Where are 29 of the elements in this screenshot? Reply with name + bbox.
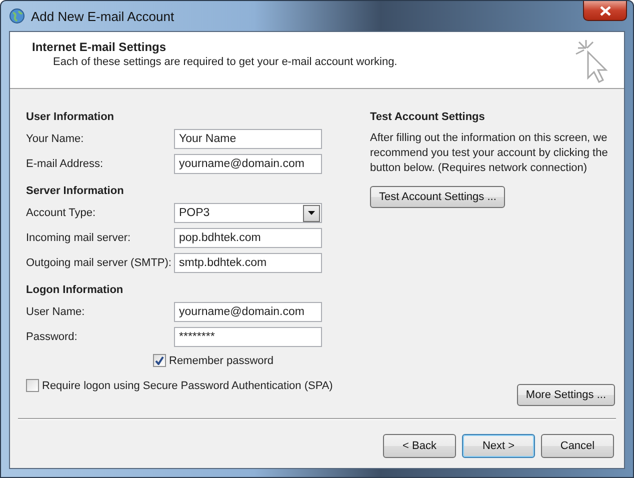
text-field[interactable]: pop.bdhtek.com bbox=[174, 228, 322, 248]
field-label: Account Type: bbox=[26, 207, 97, 219]
header-subtitle: Each of these settings are required to get your e-mail account working. bbox=[53, 56, 398, 68]
password-field[interactable]: ******** bbox=[174, 327, 322, 347]
header-title: Internet E-mail Settings bbox=[32, 40, 168, 54]
description-text: After filling out the information on this screen, we recommend you test your account by clicking the button below. (Requires network connection) bbox=[370, 131, 609, 176]
field-label: E-mail Address: bbox=[26, 158, 104, 170]
window-title: Add New E-mail Account bbox=[31, 8, 174, 24]
section-heading: Test Account Settings bbox=[370, 111, 486, 123]
section-heading: Server Information bbox=[26, 185, 125, 197]
text-field[interactable]: yourname@domain.com bbox=[174, 154, 322, 174]
field-label: Incoming mail server: bbox=[26, 232, 132, 244]
field-label: Your Name: bbox=[26, 133, 85, 145]
dialog-button[interactable]: Cancel bbox=[541, 434, 614, 458]
text-field[interactable]: yourname@domain.com bbox=[174, 302, 322, 322]
text-field[interactable]: smtp.bdhtek.com bbox=[174, 253, 322, 273]
dropdown[interactable]: POP3 bbox=[174, 203, 322, 223]
section-heading: Logon Information bbox=[26, 284, 124, 296]
field-label: Outgoing mail server (SMTP): bbox=[26, 257, 172, 269]
checkbox-label: Require logon using Secure Password Authentication (SPA) bbox=[42, 380, 333, 392]
section-heading: User Information bbox=[26, 111, 116, 123]
dialog-button[interactable]: < Back bbox=[383, 434, 456, 458]
dialog-button[interactable]: Next > bbox=[462, 434, 535, 458]
field-label: Password: bbox=[26, 331, 78, 343]
text-field[interactable]: Your Name bbox=[174, 129, 322, 149]
checkbox-label: Remember password bbox=[169, 354, 274, 366]
field-label: User Name: bbox=[26, 306, 86, 318]
test-account-settings-button[interactable]: Test Account Settings ... bbox=[370, 186, 506, 208]
more-settings-button[interactable]: More Settings ... bbox=[516, 384, 615, 406]
